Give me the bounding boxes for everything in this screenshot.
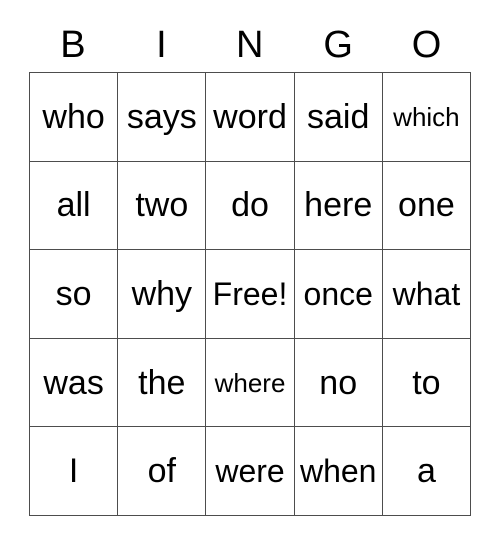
bingo-cell-text: where	[214, 367, 286, 398]
bingo-cell-text: one	[398, 186, 455, 225]
bingo-cell[interactable]: what	[382, 250, 472, 339]
bingo-cell[interactable]: so	[30, 250, 119, 339]
bingo-cell[interactable]: do	[206, 161, 295, 251]
bingo-cell-text: word	[213, 97, 287, 136]
bingo-cell-text: was	[43, 363, 104, 402]
bingo-row: was the where no to	[30, 338, 472, 428]
bingo-cell-text: were	[215, 453, 285, 490]
bingo-cell[interactable]: where	[206, 338, 295, 428]
bingo-cell[interactable]: says	[118, 73, 207, 162]
bingo-cell[interactable]: a	[382, 427, 472, 516]
bingo-cell[interactable]: which	[382, 73, 472, 162]
bingo-cell-text: here	[304, 186, 373, 225]
bingo-cell-text: what	[392, 275, 461, 312]
bingo-cell[interactable]: to	[382, 338, 472, 428]
bingo-cell[interactable]: was	[30, 338, 119, 428]
bingo-cell-text: of	[147, 452, 176, 491]
bingo-header-letter-b: B	[60, 24, 87, 66]
bingo-cell-text: said	[307, 97, 370, 136]
bingo-cell-text: all	[56, 186, 91, 225]
bingo-cell-text: once	[303, 275, 373, 312]
bingo-cell[interactable]: said	[294, 73, 383, 162]
bingo-row: so why Free! once what	[30, 250, 472, 339]
bingo-cell-text: which	[393, 101, 460, 132]
bingo-cell-text: two	[135, 186, 189, 225]
bingo-cell[interactable]: when	[294, 427, 383, 516]
bingo-cell[interactable]: word	[206, 73, 295, 162]
bingo-cell-text: no	[319, 363, 358, 402]
bingo-header-letter-g: G	[323, 24, 354, 66]
bingo-row: who says word said which	[30, 73, 472, 162]
bingo-cell[interactable]: two	[118, 161, 207, 251]
bingo-header-letter-n: N	[236, 24, 264, 66]
bingo-cell-text: I	[68, 452, 79, 491]
bingo-cell[interactable]: of	[118, 427, 207, 516]
bingo-header-letter-o: O	[411, 24, 442, 66]
bingo-cell[interactable]: I	[30, 427, 119, 516]
bingo-cell-text: the	[138, 363, 186, 402]
bingo-cell-text: when	[299, 453, 377, 490]
bingo-row: all two do here one	[30, 161, 472, 251]
bingo-header-row: B I N G O	[29, 18, 471, 72]
bingo-row: I of were when a	[30, 427, 472, 516]
bingo-free-space-text: Free!	[212, 275, 288, 312]
bingo-cell-text: a	[416, 452, 436, 491]
bingo-cell[interactable]: here	[294, 161, 383, 251]
bingo-cell[interactable]: the	[118, 338, 207, 428]
bingo-cell-text: do	[231, 186, 269, 225]
bingo-cell[interactable]: once	[294, 250, 383, 339]
bingo-cell[interactable]: who	[30, 73, 119, 162]
bingo-cell-text: who	[42, 97, 105, 136]
bingo-card: B I N G O who says word said which all t…	[29, 18, 472, 516]
bingo-cell[interactable]: all	[30, 161, 119, 251]
bingo-cell[interactable]: why	[118, 250, 207, 339]
bingo-cell[interactable]: one	[382, 161, 472, 251]
bingo-cell[interactable]: no	[294, 338, 383, 428]
bingo-header-letter-i: I	[156, 24, 168, 66]
bingo-cell-text: to	[412, 363, 441, 402]
bingo-free-space[interactable]: Free!	[206, 250, 295, 339]
bingo-grid: who says word said which all two do here…	[29, 72, 472, 516]
bingo-cell[interactable]: were	[206, 427, 295, 516]
bingo-cell-text: so	[55, 274, 92, 313]
bingo-cell-text: says	[126, 97, 197, 136]
bingo-cell-text: why	[131, 274, 193, 313]
